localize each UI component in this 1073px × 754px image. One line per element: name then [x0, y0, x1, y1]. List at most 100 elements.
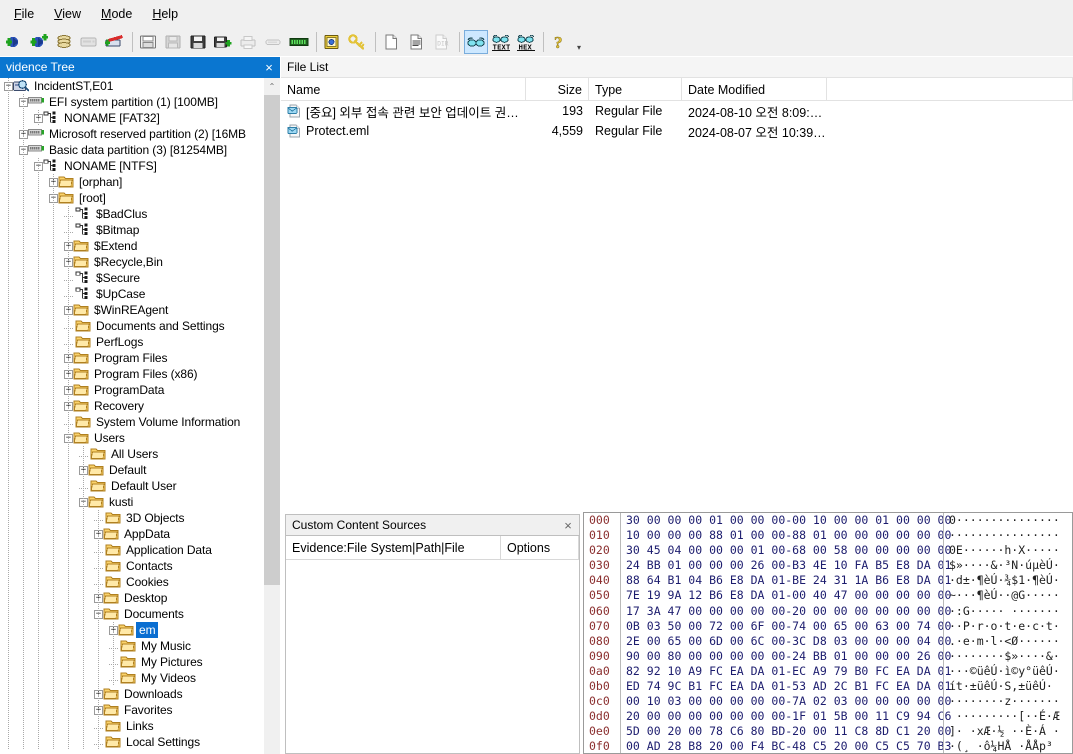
menu-item-file[interactable]: File — [4, 3, 44, 25]
blank-page-icon[interactable] — [380, 30, 404, 54]
tree-node[interactable]: + $Recycle,Bin — [0, 254, 279, 270]
file-list-rows[interactable]: [중요] 외부 접속 관련 보안 업데이트 권… 193 Regular File 2… — [281, 101, 1073, 509]
tree-node[interactable]: Contacts — [0, 558, 279, 574]
memory-capture-icon[interactable] — [287, 30, 311, 54]
tree-node[interactable]: Application Data — [0, 542, 279, 558]
hex-viewer-panel[interactable]: 000 30 00 00 00 01 00 00 00-00 10 00 00 0… — [583, 512, 1073, 754]
tree-node[interactable]: My Music — [0, 638, 279, 654]
evidence-tree-panel: vidence Tree × − IncidentST,E01− EFI sys… — [0, 57, 280, 754]
add-evidence-icon[interactable] — [3, 30, 27, 54]
menu-item-view[interactable]: View — [44, 3, 91, 25]
tree-node[interactable]: Links — [0, 718, 279, 734]
tree-node[interactable]: $Bitmap — [0, 222, 279, 238]
remove-evidence-icon — [78, 30, 102, 54]
evidence-tree-list[interactable]: − IncidentST,E01− EFI system partition (… — [0, 78, 280, 754]
tree-node-label: NONAME [FAT32] — [64, 111, 160, 125]
tree-node[interactable]: − Users — [0, 430, 279, 446]
tree-node[interactable]: All Users — [0, 446, 279, 462]
tree-node[interactable]: Default User — [0, 478, 279, 494]
file-list-row[interactable]: [중요] 외부 접속 관련 보안 업데이트 권… 193 Regular File 2… — [281, 101, 1073, 121]
file-name-label: [중요] 외부 접속 관련 보안 업데이트 권… — [306, 105, 519, 120]
scroll-up-arrow-icon[interactable]: ⌃ — [264, 78, 280, 95]
svg-text:DIR: DIR — [437, 40, 448, 47]
open-case-icon[interactable] — [137, 30, 161, 54]
toolbar-separator — [132, 31, 133, 52]
tree-node[interactable]: − Documents — [0, 606, 279, 622]
tree-node-label: $WinREAgent — [94, 303, 169, 317]
tree-node[interactable]: − IncidentST,E01 — [0, 78, 279, 94]
scrollbar-thumb[interactable] — [264, 95, 280, 585]
tree-node[interactable]: PerfLogs — [0, 334, 279, 350]
tree-leaf-spacer — [64, 206, 75, 222]
file-list-column-header[interactable]: Date Modified — [682, 78, 827, 101]
tree-node[interactable]: + Downloads — [0, 686, 279, 702]
tree-node-label: Downloads — [124, 687, 183, 701]
tree-indent — [0, 126, 24, 142]
ccs-column-header[interactable]: Evidence:File System|Path|File — [286, 536, 501, 560]
tree-node[interactable]: System Volume Information — [0, 414, 279, 430]
tree-node[interactable]: + Desktop — [0, 590, 279, 606]
tree-node[interactable]: $UpCase — [0, 286, 279, 302]
tree-node-label: [orphan] — [79, 175, 123, 189]
folder-icon — [75, 415, 92, 429]
file-list-column-header[interactable]: Name — [281, 78, 526, 101]
close-icon[interactable]: × — [258, 57, 280, 78]
add-evidence-plus-icon[interactable] — [28, 30, 52, 54]
close-icon[interactable]: × — [557, 515, 579, 536]
tree-node[interactable]: $Secure — [0, 270, 279, 286]
tree-node[interactable]: My Videos — [0, 670, 279, 686]
tree-node[interactable]: − Basic data partition (3) [81254MB] — [0, 142, 279, 158]
hex-bytes: 88 64 B1 04 B6 E8 DA 01-BE 24 31 1A B6 E… — [626, 573, 952, 588]
folder-icon — [120, 639, 137, 653]
text-view-icon[interactable]: TEXT — [489, 30, 513, 54]
tree-node[interactable]: Documents and Settings — [0, 318, 279, 334]
document-icon[interactable] — [405, 30, 429, 54]
tree-node[interactable]: $BadClus — [0, 206, 279, 222]
add-all-images-icon[interactable] — [53, 30, 77, 54]
tree-node[interactable]: Cookies — [0, 574, 279, 590]
menu-item-mode[interactable]: Mode — [91, 3, 142, 25]
tree-node[interactable]: My Pictures — [0, 654, 279, 670]
bookmark-icon[interactable] — [321, 30, 345, 54]
tree-node-label: Default User — [111, 479, 177, 493]
hex-view-icon[interactable]: HEX — [514, 30, 538, 54]
new-case-icon[interactable] — [212, 30, 236, 54]
hex-row: 0f0 00 AD 28 B8 20 00 F4 BC-48 C5 20 00 C… — [584, 739, 1072, 753]
toolbar-overflow-chevron-icon[interactable]: ▾ — [573, 30, 585, 54]
file-list-column-header[interactable]: Size — [526, 78, 589, 101]
tree-node[interactable]: + [orphan] — [0, 174, 279, 190]
file-list-row[interactable]: Protect.eml 4,559 Regular File 2024-08-07 오… — [281, 121, 1073, 141]
key-decrypt-icon[interactable] — [346, 30, 370, 54]
tree-node[interactable]: − NONAME [NTFS] — [0, 158, 279, 174]
tree-node[interactable]: + NONAME [FAT32] — [0, 110, 279, 126]
file-list-column-header[interactable] — [827, 78, 1073, 101]
tree-node[interactable]: + ProgramData — [0, 382, 279, 398]
tree-node[interactable]: + AppData — [0, 526, 279, 542]
tree-node[interactable]: + Default — [0, 462, 279, 478]
tree-node[interactable]: + Favorites — [0, 702, 279, 718]
filtered-view-icon[interactable] — [464, 29, 488, 54]
tree-indent — [0, 638, 114, 654]
ccs-column-header[interactable]: Options — [501, 536, 579, 560]
tree-node[interactable]: − kusti — [0, 494, 279, 510]
tree-node[interactable]: + Program Files (x86) — [0, 366, 279, 382]
file-list-column-header[interactable]: Type — [589, 78, 682, 101]
help-question-icon[interactable]: ? — [548, 30, 572, 54]
tree-node[interactable]: − [root] — [0, 190, 279, 206]
evidence-tree-scrollbar[interactable]: ⌃ — [264, 78, 280, 754]
save-case-icon[interactable] — [187, 30, 211, 54]
tree-node[interactable]: + $Extend — [0, 238, 279, 254]
tree-node[interactable]: + Program Files — [0, 350, 279, 366]
tree-node-label: [root] — [79, 191, 106, 205]
hex-offset: 060 — [589, 603, 610, 618]
tree-node[interactable]: + $WinREAgent — [0, 302, 279, 318]
hex-row: 050 7E 19 9A 12 B6 E8 DA 01-00 40 47 00 0… — [584, 588, 1072, 604]
menu-item-help[interactable]: Help — [142, 3, 188, 25]
tree-node[interactable]: + Microsoft reserved partition (2) [16MB — [0, 126, 279, 142]
remove-all-evidence-icon[interactable] — [103, 30, 127, 54]
tree-node[interactable]: 3D Objects — [0, 510, 279, 526]
tree-node[interactable]: − EFI system partition (1) [100MB] — [0, 94, 279, 110]
tree-node[interactable]: Local Settings — [0, 734, 279, 750]
tree-node[interactable]: + Recovery — [0, 398, 279, 414]
tree-node[interactable]: + em — [0, 622, 279, 638]
